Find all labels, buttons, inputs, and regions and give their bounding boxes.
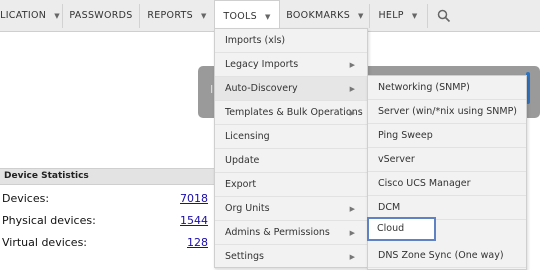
chevron-right-icon: ▶	[349, 229, 355, 237]
submenu-item-cloud[interactable]: Cloud	[367, 217, 436, 241]
nav-help-label: HELP	[378, 10, 404, 21]
nav-application[interactable]: LICATION ▼	[0, 0, 60, 31]
menu-item-label: DCM	[378, 202, 401, 213]
submenu-item-server-snmp[interactable]: Server (win/*nix using SNMP)	[368, 100, 526, 124]
search-icon[interactable]	[437, 9, 451, 23]
submenu-item-vserver[interactable]: vServer	[368, 148, 526, 172]
menu-item-label: Cloud	[377, 223, 405, 234]
nav-tools-label: TOOLS	[223, 11, 257, 22]
device-statistics-header: Device Statistics	[0, 168, 215, 185]
stat-value-link[interactable]: 7018	[180, 192, 208, 205]
auto-discovery-submenu: Networking (SNMP) Server (win/*nix using…	[367, 75, 527, 270]
nav-bookmarks[interactable]: BOOKMARKS ▼	[281, 0, 369, 31]
menu-item-org-units[interactable]: Org Units ▶	[215, 197, 367, 221]
chevron-down-icon: ▼	[411, 12, 418, 20]
chevron-right-icon: ▶	[349, 85, 355, 93]
menu-item-label: Legacy Imports	[225, 59, 299, 70]
background-panel-text: I	[210, 83, 214, 96]
nav-reports-label: REPORTS	[147, 10, 193, 21]
chevron-right-icon: ▶	[349, 253, 355, 261]
menu-item-auto-discovery[interactable]: Auto-Discovery ▶	[215, 77, 367, 101]
stat-label: Physical devices:	[2, 214, 96, 227]
menu-item-imports-xls[interactable]: Imports (xls)	[215, 29, 367, 53]
menu-item-label: Update	[225, 155, 260, 166]
chevron-right-icon: ▶	[349, 205, 355, 213]
nav-help[interactable]: HELP ▼	[370, 0, 426, 31]
stat-label: Virtual devices:	[2, 236, 88, 249]
menu-item-label: Admins & Permissions	[225, 227, 330, 238]
menu-item-label: Licensing	[225, 131, 270, 142]
submenu-item-dns-zone-sync[interactable]: DNS Zone Sync (One way)	[368, 244, 526, 268]
stat-value-link[interactable]: 128	[187, 236, 208, 249]
menu-item-label: Templates & Bulk Operations	[225, 107, 363, 118]
menu-item-label: vServer	[378, 154, 415, 165]
chevron-down-icon: ▼	[264, 13, 271, 21]
nav-reports[interactable]: REPORTS ▼	[140, 0, 214, 31]
nav-passwords[interactable]: PASSWORDS	[63, 0, 139, 31]
menu-item-label: Server (win/*nix using SNMP)	[378, 106, 518, 117]
menu-item-label: Export	[225, 179, 257, 190]
menu-item-label: Auto-Discovery	[225, 83, 298, 94]
chevron-down-icon: ▼	[200, 12, 207, 20]
stat-value-link[interactable]: 1544	[180, 214, 208, 227]
stat-label: Devices:	[2, 192, 50, 205]
menu-item-settings[interactable]: Settings ▶	[215, 245, 367, 269]
chevron-down-icon: ▼	[54, 12, 60, 20]
menu-item-admins-permissions[interactable]: Admins & Permissions ▶	[215, 221, 367, 245]
chevron-down-icon: ▼	[358, 12, 364, 20]
submenu-item-ping-sweep[interactable]: Ping Sweep	[368, 124, 526, 148]
menu-item-label: Org Units	[225, 203, 270, 214]
menu-item-update[interactable]: Update	[215, 149, 367, 173]
menu-item-legacy-imports[interactable]: Legacy Imports ▶	[215, 53, 367, 77]
nav-application-label: LICATION	[0, 10, 47, 21]
menu-item-label: Cisco UCS Manager	[378, 178, 471, 189]
menu-item-export[interactable]: Export	[215, 173, 367, 197]
chevron-right-icon: ▶	[349, 61, 355, 69]
tools-menu: Imports (xls) Legacy Imports ▶ Auto-Disco…	[214, 28, 368, 269]
nav-passwords-label: PASSWORDS	[69, 10, 133, 21]
stat-row-physical-devices: Physical devices: 1544	[2, 214, 212, 234]
menu-item-label: Ping Sweep	[378, 130, 433, 141]
submenu-item-networking-snmp[interactable]: Networking (SNMP)	[368, 76, 526, 100]
menu-item-templates-bulk[interactable]: Templates & Bulk Operations ▶	[215, 101, 367, 125]
nav-divider	[427, 4, 428, 28]
stat-row-virtual-devices: Virtual devices: 128	[2, 236, 212, 256]
stat-row-devices: Devices: 7018	[2, 192, 212, 212]
submenu-item-cisco-ucs-manager[interactable]: Cisco UCS Manager	[368, 172, 526, 196]
menu-item-label: DNS Zone Sync (One way)	[378, 250, 504, 261]
menu-item-licensing[interactable]: Licensing	[215, 125, 367, 149]
nav-bookmarks-label: BOOKMARKS	[286, 10, 351, 21]
menu-item-label: Networking (SNMP)	[378, 82, 470, 93]
menu-item-label: Settings	[225, 251, 264, 262]
chevron-right-icon: ▶	[349, 109, 355, 117]
menu-item-label: Imports (xls)	[225, 35, 286, 46]
